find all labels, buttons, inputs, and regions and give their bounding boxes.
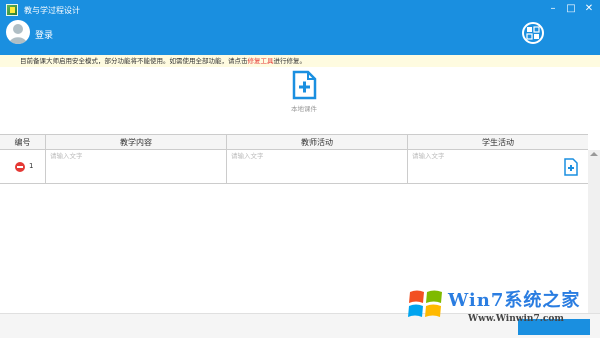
maximize-icon[interactable]: □ [562, 1, 580, 17]
watermark-url: Www.Winwin7.com [468, 314, 564, 324]
notice-text: 目前备课大师启用安全模式，部分功能将不能使用。如需使用全部功能，请点击 [20, 57, 248, 65]
windows-logo-icon [408, 290, 442, 317]
table-row: 1 [0, 150, 588, 184]
teacher-input[interactable] [231, 152, 401, 160]
local-courseware-button[interactable]: 本地课件 [284, 68, 324, 118]
scroll-up-icon[interactable] [590, 152, 598, 156]
header-student: 学生活动 [482, 138, 514, 147]
file-add-icon[interactable] [562, 158, 580, 176]
avatar-icon[interactable] [6, 20, 30, 44]
minimize-icon[interactable]: – [544, 1, 562, 17]
login-link[interactable]: 登录 [35, 28, 53, 41]
app-logo-icon [6, 4, 18, 16]
app-title: 教与学过程设计 [24, 6, 80, 15]
teacher-cell [227, 150, 408, 184]
watermark: Win7系统之家 Www.Winwin7.com [400, 280, 600, 332]
menu-grid-icon[interactable] [522, 22, 544, 44]
close-icon[interactable]: ✕ [580, 1, 598, 17]
content-input[interactable] [50, 152, 220, 160]
local-courseware-label: 本地课件 [291, 105, 317, 113]
watermark-brand: Win7系统之家 [448, 290, 581, 311]
file-add-icon [292, 70, 317, 100]
table-header: 编号 教学内容 教师活动 学生活动 [0, 134, 588, 150]
row-number: 1 [29, 162, 34, 170]
repair-tool-link[interactable]: 修复工具 [248, 57, 274, 65]
title-bar: 教与学过程设计 – □ ✕ 登录 [0, 0, 600, 55]
safe-mode-notice: 目前备课大师启用安全模式，部分功能将不能使用。如需使用全部功能，请点击修复工具进… [0, 55, 600, 67]
notice-text-end: 进行修复。 [273, 57, 307, 65]
header-teacher: 教师活动 [227, 135, 408, 150]
header-content: 教学内容 [46, 135, 227, 150]
number-cell: 1 [0, 150, 46, 184]
student-cell [408, 150, 588, 184]
header-number: 编号 [0, 135, 46, 150]
student-input[interactable] [412, 152, 582, 160]
content-cell [46, 150, 227, 184]
delete-icon[interactable] [15, 162, 25, 172]
